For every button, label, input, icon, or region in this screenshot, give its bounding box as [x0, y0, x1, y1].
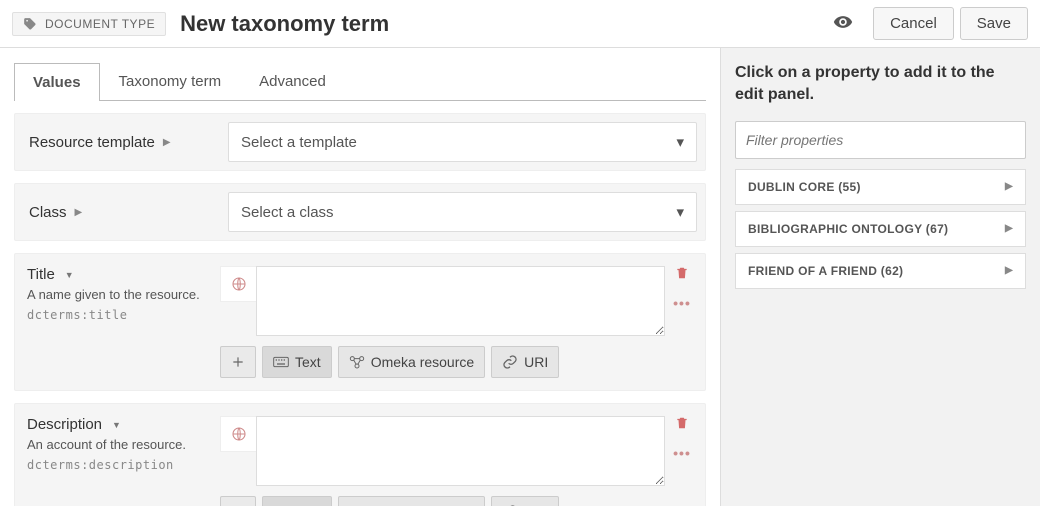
resource-template-label-text: Resource template [29, 134, 155, 151]
title-input[interactable] [256, 266, 665, 336]
property-term: dcterms:title [27, 308, 210, 322]
tab-taxonomy-term[interactable]: Taxonomy term [100, 62, 241, 100]
uri-type-button[interactable]: URI [491, 496, 559, 506]
tab-bar: Values Taxonomy term Advanced [14, 62, 706, 101]
content-area: Values Taxonomy term Advanced Resource t… [0, 48, 1040, 506]
class-label-text: Class [29, 204, 67, 221]
vocab-label: DUBLIN CORE (55) [748, 180, 861, 194]
plus-icon [231, 355, 245, 369]
sidebar-hint: Click on a property to add it to the edi… [735, 62, 1026, 107]
filter-properties-input[interactable] [735, 121, 1026, 159]
vocab-label: BIBLIOGRAPHIC ONTOLOGY (67) [748, 222, 948, 236]
link-icon [502, 354, 518, 370]
resource-template-placeholder: Select a template [241, 134, 357, 151]
cancel-button[interactable]: Cancel [873, 7, 954, 40]
omeka-resource-button[interactable]: Omeka resource [338, 346, 485, 378]
caret-right-icon: ▶ [75, 207, 83, 218]
chevron-right-icon: ▶ [1005, 181, 1013, 192]
value-type-buttons: Text Omeka resource URI [220, 496, 693, 506]
caret-down-icon: ▼ [112, 420, 121, 430]
tab-advanced[interactable]: Advanced [240, 62, 345, 100]
vocab-friend-of-a-friend[interactable]: FRIEND OF A FRIEND (62) ▶ [735, 253, 1026, 289]
properties-sidebar: Click on a property to add it to the edi… [720, 48, 1040, 506]
document-type-label: DOCUMENT TYPE [45, 17, 155, 31]
uri-type-button[interactable]: URI [491, 346, 559, 378]
property-name-text: Description [27, 416, 102, 433]
page-title: New taxonomy term [180, 11, 389, 37]
property-name[interactable]: Title ▼ [27, 266, 210, 283]
resource-template-label: Resource template ▶ [15, 114, 220, 170]
resource-template-row: Resource template ▶ Select a template ▾ [14, 113, 706, 171]
description-input[interactable] [256, 416, 665, 486]
text-button-label: Text [295, 354, 321, 370]
vocab-dublin-core[interactable]: DUBLIN CORE (55) ▶ [735, 169, 1026, 205]
chevron-down-icon: ▾ [676, 203, 684, 221]
more-options-button[interactable]: ••• [673, 295, 691, 311]
property-name-text: Title [27, 266, 55, 283]
class-label: Class ▶ [15, 184, 220, 240]
property-description: A name given to the resource. [27, 287, 210, 302]
property-term: dcterms:description [27, 458, 210, 472]
property-value-area: ••• Text Omeka resource [220, 416, 693, 506]
language-button[interactable] [220, 266, 256, 302]
property-title: Title ▼ A name given to the resource. dc… [14, 253, 706, 391]
delete-value-button[interactable] [675, 416, 689, 433]
trash-icon [675, 416, 689, 430]
uri-button-label: URI [524, 354, 548, 370]
more-options-button[interactable]: ••• [673, 445, 691, 461]
main-panel: Values Taxonomy term Advanced Resource t… [0, 48, 720, 506]
save-button[interactable]: Save [960, 7, 1028, 40]
globe-icon [231, 426, 247, 442]
value-type-buttons: Text Omeka resource URI [220, 346, 693, 378]
trash-icon [675, 266, 689, 280]
property-name[interactable]: Description ▼ [27, 416, 210, 433]
property-value-area: ••• Text Omeka resource [220, 266, 693, 378]
resource-icon [349, 355, 365, 369]
class-row: Class ▶ Select a class ▾ [14, 183, 706, 241]
class-placeholder: Select a class [241, 204, 334, 221]
delete-value-button[interactable] [675, 266, 689, 283]
vocabulary-list: DUBLIN CORE (55) ▶ BIBLIOGRAPHIC ONTOLOG… [735, 169, 1026, 289]
add-value-button[interactable] [220, 496, 256, 506]
property-meta: Title ▼ A name given to the resource. dc… [27, 266, 220, 378]
language-button[interactable] [220, 416, 256, 452]
visibility-icon[interactable] [833, 12, 853, 35]
chevron-right-icon: ▶ [1005, 223, 1013, 234]
property-description-text: An account of the resource. [27, 437, 210, 452]
chevron-right-icon: ▶ [1005, 265, 1013, 276]
caret-right-icon: ▶ [163, 137, 171, 148]
property-meta: Description ▼ An account of the resource… [27, 416, 220, 506]
text-type-button[interactable]: Text [262, 496, 332, 506]
property-description: Description ▼ An account of the resource… [14, 403, 706, 506]
omeka-resource-button[interactable]: Omeka resource [338, 496, 485, 506]
tab-values[interactable]: Values [14, 63, 100, 101]
vocab-label: FRIEND OF A FRIEND (62) [748, 264, 903, 278]
text-type-button[interactable]: Text [262, 346, 332, 378]
keyboard-icon [273, 356, 289, 368]
resource-template-select[interactable]: Select a template ▾ [228, 122, 697, 162]
tag-icon [23, 17, 37, 31]
caret-down-icon: ▼ [65, 270, 74, 280]
document-type-chip[interactable]: DOCUMENT TYPE [12, 12, 166, 36]
add-value-button[interactable] [220, 346, 256, 378]
vocab-bibliographic-ontology[interactable]: BIBLIOGRAPHIC ONTOLOGY (67) ▶ [735, 211, 1026, 247]
globe-icon [231, 276, 247, 292]
omeka-button-label: Omeka resource [371, 354, 474, 370]
chevron-down-icon: ▾ [676, 133, 684, 151]
class-select[interactable]: Select a class ▾ [228, 192, 697, 232]
page-header: DOCUMENT TYPE New taxonomy term Cancel S… [0, 0, 1040, 48]
